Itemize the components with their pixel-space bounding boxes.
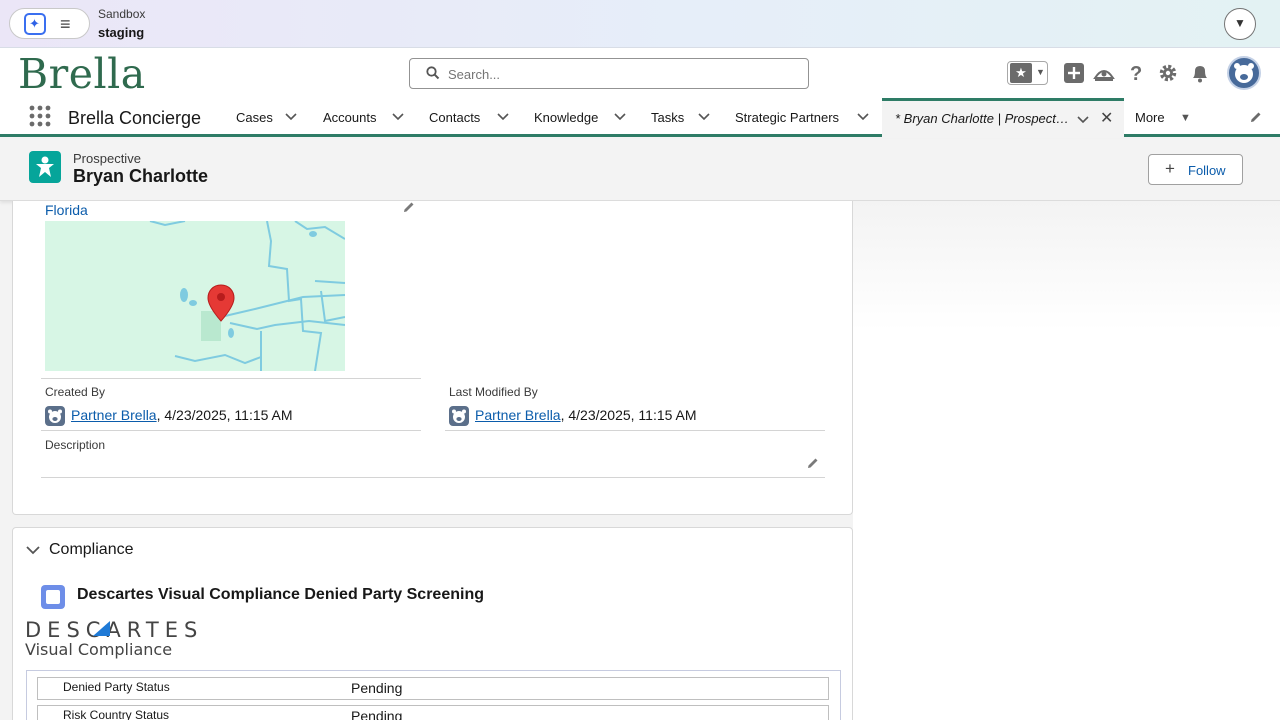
- chevron-down-icon[interactable]: ▼: [1036, 67, 1045, 77]
- favorites-button[interactable]: ★ ▼: [1007, 61, 1048, 85]
- chevron-down-icon[interactable]: [26, 545, 40, 555]
- star-icon[interactable]: ★: [1010, 63, 1032, 83]
- pencil-icon[interactable]: [402, 200, 416, 214]
- nav-item-contacts[interactable]: Contacts: [429, 110, 480, 125]
- user-avatar[interactable]: [1227, 56, 1261, 90]
- map-marker-icon[interactable]: [207, 284, 235, 322]
- chevron-down-icon[interactable]: [614, 112, 626, 122]
- component-icon: [41, 585, 65, 609]
- app-name: Brella Concierge: [68, 108, 202, 128]
- partner-icon: [36, 156, 54, 177]
- status-value: Pending: [351, 708, 403, 720]
- nav-item-tasks[interactable]: Tasks: [651, 110, 684, 125]
- gear-icon[interactable]: [1157, 62, 1179, 84]
- table-row: Risk Country Status Pending: [37, 705, 829, 720]
- chevron-down-icon[interactable]: [857, 112, 869, 122]
- nav-more[interactable]: More: [1135, 110, 1165, 125]
- address-map[interactable]: [45, 221, 345, 371]
- bell-icon[interactable]: [1189, 62, 1211, 84]
- sandbox-name: staging: [98, 25, 145, 40]
- last-modified-by-user-link[interactable]: Partner Brella: [475, 407, 561, 423]
- add-icon[interactable]: [1063, 62, 1085, 84]
- nav-item-strategic-partners[interactable]: Strategic Partners: [735, 110, 839, 125]
- caret-down-icon[interactable]: ▼: [1180, 112, 1191, 124]
- bear-icon: [48, 409, 62, 423]
- menu-icon[interactable]: ≡: [60, 15, 71, 33]
- search-input[interactable]: [448, 64, 788, 84]
- descartes-logo: DESCARTES: [25, 618, 204, 642]
- divider: [445, 430, 825, 431]
- compliance-section-title[interactable]: Compliance: [49, 541, 133, 559]
- close-icon[interactable]: ✕: [1100, 108, 1113, 128]
- divider: [41, 378, 421, 379]
- description-label: Description: [45, 438, 106, 452]
- chevron-down-icon[interactable]: [698, 112, 710, 122]
- last-modified-by-timestamp: , 4/23/2025, 11:15 AM: [560, 407, 697, 423]
- sandbox-bar: [0, 0, 1280, 48]
- record-type: Prospective: [73, 151, 141, 166]
- global-search[interactable]: [409, 58, 809, 89]
- created-by-value: Partner Brella, 4/23/2025, 11:15 AM: [71, 407, 293, 423]
- chevron-down-icon[interactable]: [1077, 115, 1089, 125]
- svg-text:?: ?: [1130, 63, 1142, 84]
- trailhead-icon[interactable]: [1093, 62, 1115, 84]
- user-avatar-small: [449, 406, 469, 426]
- chevron-down-icon[interactable]: [285, 112, 297, 122]
- descartes-logo-mark: [93, 621, 110, 636]
- follow-button[interactable]: + Follow: [1148, 154, 1243, 185]
- status-label: Risk Country Status: [63, 708, 170, 720]
- app-launcher-pill[interactable]: ✦ ≡: [9, 8, 90, 39]
- nav-item-accounts[interactable]: Accounts: [323, 110, 376, 125]
- created-by-user-link[interactable]: Partner Brella: [71, 407, 157, 423]
- right-panel: [853, 201, 1280, 720]
- plus-icon: +: [1165, 159, 1175, 178]
- tab-label[interactable]: * Bryan Charlotte | Prospective: [895, 111, 1070, 126]
- chevron-down-icon: ▼: [1234, 16, 1246, 30]
- app-launcher-icon[interactable]: [29, 105, 51, 127]
- record-name: Bryan Charlotte: [73, 166, 209, 186]
- descartes-logo-subtitle: Visual Compliance: [25, 640, 173, 659]
- map-roads: [149, 221, 345, 371]
- address-link[interactable]: Florida: [45, 202, 88, 218]
- bear-icon: [452, 409, 466, 423]
- record-icon: [29, 151, 61, 183]
- chevron-down-icon[interactable]: [497, 112, 509, 122]
- pencil-icon[interactable]: [1249, 110, 1263, 124]
- bear-icon: [1234, 63, 1254, 83]
- last-modified-by-value: Partner Brella, 4/23/2025, 11:15 AM: [475, 407, 697, 423]
- table-row: Denied Party Status Pending: [37, 677, 829, 700]
- nav-item-knowledge[interactable]: Knowledge: [534, 110, 598, 125]
- nav-item-cases[interactable]: Cases: [236, 110, 273, 125]
- created-by-timestamp: , 4/23/2025, 11:15 AM: [156, 407, 293, 423]
- help-icon[interactable]: ?: [1125, 62, 1147, 84]
- divider: [41, 430, 421, 431]
- brand-logo[interactable]: Brella: [18, 52, 146, 96]
- status-value: Pending: [351, 680, 403, 696]
- user-avatar-small: [45, 406, 65, 426]
- status-label: Denied Party Status: [63, 680, 170, 694]
- divider: [41, 477, 825, 478]
- created-by-label: Created By: [45, 385, 106, 399]
- sandbox-label: Sandbox: [98, 7, 146, 21]
- tab-bryan-charlotte[interactable]: * Bryan Charlotte | Prospective ✕: [882, 98, 1124, 137]
- agentforce-icon[interactable]: ✦: [24, 13, 46, 35]
- pencil-icon[interactable]: [806, 456, 820, 470]
- follow-label: Follow: [1188, 163, 1226, 178]
- sandbox-menu-button[interactable]: ▼: [1224, 8, 1256, 40]
- chevron-down-icon[interactable]: [392, 112, 404, 122]
- last-modified-by-label: Last Modified By: [449, 385, 538, 399]
- search-icon: [426, 66, 440, 80]
- component-title: Descartes Visual Compliance Denied Party…: [77, 586, 484, 603]
